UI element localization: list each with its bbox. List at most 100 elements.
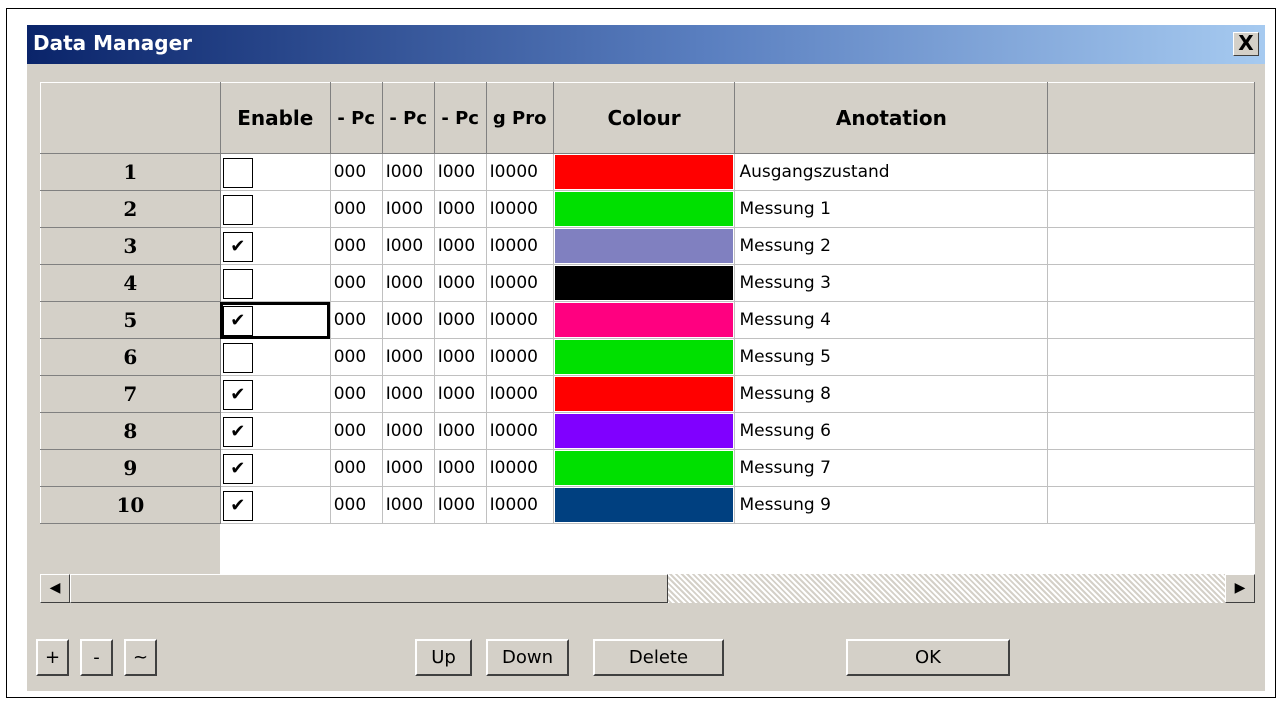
value-cell[interactable]: I000 xyxy=(382,375,435,413)
colour-header[interactable]: Colour xyxy=(552,82,736,154)
extra-cell[interactable] xyxy=(1047,338,1255,376)
anotation-header[interactable]: Anotation xyxy=(734,82,1049,154)
colour-swatch[interactable] xyxy=(554,377,734,411)
enable-checkbox[interactable] xyxy=(222,343,253,373)
anotation-cell[interactable]: Messung 5 xyxy=(734,338,1049,376)
enable-checkbox[interactable] xyxy=(222,269,253,299)
colour-swatch[interactable] xyxy=(554,451,734,485)
row-number[interactable]: 9 xyxy=(40,449,221,487)
extra-cell[interactable] xyxy=(1047,190,1255,228)
scroll-thumb[interactable] xyxy=(70,574,668,603)
value-cell[interactable]: I000 xyxy=(382,190,435,228)
value-cell[interactable]: I000 xyxy=(434,264,487,302)
anotation-cell[interactable]: Messung 2 xyxy=(734,227,1049,265)
value-cell[interactable]: I000 xyxy=(434,412,487,450)
value-cell[interactable]: 000 xyxy=(330,412,383,450)
remove-button[interactable]: - xyxy=(80,639,113,676)
table-row[interactable]: 1 000 I000 I000 I0000 Ausgangszustand xyxy=(40,153,1255,191)
value-cell[interactable]: 000 xyxy=(330,153,383,191)
pc-header-3[interactable]: - Pc xyxy=(433,82,487,154)
value-cell[interactable]: 000 xyxy=(330,449,383,487)
value-cell[interactable]: 000 xyxy=(330,338,383,376)
value-cell[interactable]: I000 xyxy=(434,449,487,487)
value-cell[interactable]: I0000 xyxy=(486,153,554,191)
colour-swatch[interactable] xyxy=(554,266,734,300)
add-button[interactable]: + xyxy=(36,639,69,676)
extra-cell[interactable] xyxy=(1047,412,1255,450)
colour-cell[interactable] xyxy=(553,375,736,413)
corner-header[interactable] xyxy=(40,82,221,154)
value-cell[interactable]: I000 xyxy=(382,412,435,450)
anotation-cell[interactable]: Messung 7 xyxy=(734,449,1049,487)
down-button[interactable]: Down xyxy=(486,639,569,676)
extra-cell[interactable] xyxy=(1047,375,1255,413)
colour-cell[interactable] xyxy=(553,227,736,265)
enable-checkbox[interactable]: ✔ xyxy=(222,306,253,336)
extra-cell[interactable] xyxy=(1047,227,1255,265)
value-cell[interactable]: I0000 xyxy=(486,449,554,487)
row-number[interactable]: 8 xyxy=(40,412,221,450)
row-number[interactable]: 1 xyxy=(40,153,221,191)
row-number[interactable]: 10 xyxy=(40,486,221,524)
prog-header[interactable]: g Pro xyxy=(485,82,554,154)
anotation-cell[interactable]: Messung 1 xyxy=(734,190,1049,228)
colour-swatch[interactable] xyxy=(554,488,734,522)
enable-cell[interactable] xyxy=(220,153,331,191)
pc-header-1[interactable]: - Pc xyxy=(329,82,383,154)
colour-cell[interactable] xyxy=(553,449,736,487)
enable-checkbox[interactable]: ✔ xyxy=(222,232,253,262)
row-number[interactable]: 5 xyxy=(40,301,221,339)
enable-checkbox[interactable] xyxy=(222,195,253,225)
table-row[interactable]: 7 ✔ 000 I000 I000 I0000 Messung 8 xyxy=(40,375,1255,413)
colour-cell[interactable] xyxy=(553,301,736,339)
value-cell[interactable]: I0000 xyxy=(486,227,554,265)
enable-cell[interactable] xyxy=(220,338,331,376)
close-button[interactable]: X xyxy=(1233,32,1259,56)
anotation-cell[interactable]: Messung 3 xyxy=(734,264,1049,302)
enable-cell[interactable]: ✔ xyxy=(220,412,331,450)
anotation-cell[interactable]: Messung 4 xyxy=(734,301,1049,339)
extra-cell[interactable] xyxy=(1047,153,1255,191)
row-number[interactable]: 3 xyxy=(40,227,221,265)
value-cell[interactable]: I0000 xyxy=(486,190,554,228)
table-row[interactable]: 8 ✔ 000 I000 I000 I0000 Messung 6 xyxy=(40,412,1255,450)
ok-button[interactable]: OK xyxy=(846,639,1010,676)
colour-swatch[interactable] xyxy=(554,229,734,263)
enable-cell[interactable]: ✔ xyxy=(220,486,331,524)
scroll-left-button[interactable]: ◀ xyxy=(40,574,70,603)
enable-cell[interactable] xyxy=(220,190,331,228)
table-row[interactable]: 10 ✔ 000 I000 I000 I0000 Messung 9 xyxy=(40,486,1255,524)
colour-cell[interactable] xyxy=(553,338,736,376)
enable-checkbox[interactable]: ✔ xyxy=(222,491,253,521)
row-number[interactable]: 4 xyxy=(40,264,221,302)
scroll-right-button[interactable]: ▶ xyxy=(1225,574,1255,603)
enable-cell[interactable]: ✔ xyxy=(220,449,331,487)
value-cell[interactable]: I0000 xyxy=(486,412,554,450)
value-cell[interactable]: 000 xyxy=(330,227,383,265)
value-cell[interactable]: I0000 xyxy=(486,486,554,524)
colour-swatch[interactable] xyxy=(554,414,734,448)
enable-checkbox[interactable]: ✔ xyxy=(222,454,253,484)
table-row[interactable]: 4 000 I000 I000 I0000 Messung 3 xyxy=(40,264,1255,302)
table-row[interactable]: 9 ✔ 000 I000 I000 I0000 Messung 7 xyxy=(40,449,1255,487)
extra-header[interactable] xyxy=(1047,82,1255,154)
colour-cell[interactable] xyxy=(553,190,736,228)
colour-cell[interactable] xyxy=(553,412,736,450)
extra-cell[interactable] xyxy=(1047,264,1255,302)
value-cell[interactable]: I000 xyxy=(434,486,487,524)
value-cell[interactable]: I000 xyxy=(434,227,487,265)
value-cell[interactable]: I000 xyxy=(382,338,435,376)
value-cell[interactable]: 000 xyxy=(330,190,383,228)
value-cell[interactable]: 000 xyxy=(330,486,383,524)
enable-checkbox[interactable] xyxy=(222,158,253,188)
title-bar[interactable]: Data Manager X xyxy=(27,25,1265,64)
value-cell[interactable]: I000 xyxy=(382,486,435,524)
enable-checkbox[interactable]: ✔ xyxy=(222,380,253,410)
value-cell[interactable]: I000 xyxy=(434,190,487,228)
value-cell[interactable]: I0000 xyxy=(486,301,554,339)
anotation-cell[interactable]: Messung 9 xyxy=(734,486,1049,524)
enable-cell[interactable] xyxy=(220,264,331,302)
value-cell[interactable]: I000 xyxy=(434,338,487,376)
colour-cell[interactable] xyxy=(553,264,736,302)
value-cell[interactable]: I000 xyxy=(382,301,435,339)
